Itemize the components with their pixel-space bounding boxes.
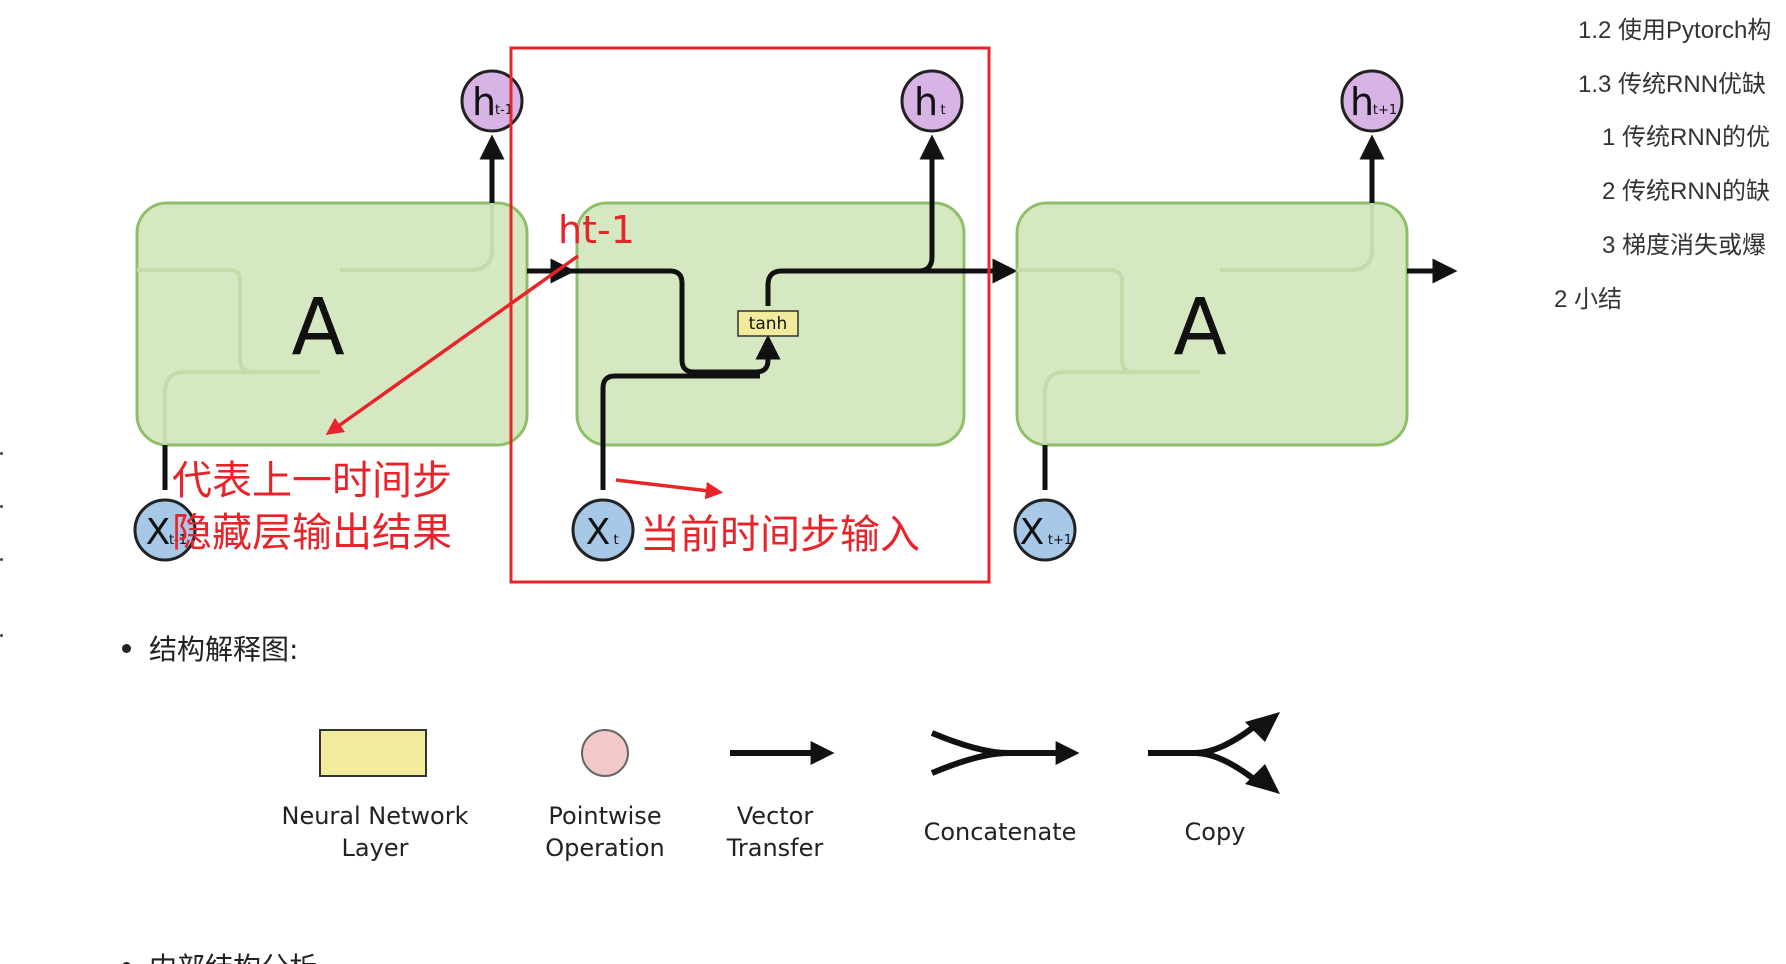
annotation-arrow-input	[615, 478, 724, 500]
gutter-mark	[0, 634, 3, 637]
bullet-internal-analysis: 内部结构分析	[122, 946, 317, 964]
toc-item-1-3[interactable]: 1.3 传统RNN优缺	[1578, 64, 1766, 99]
bullet-structure-explain: 结构解释图:	[122, 628, 298, 668]
neural-network-layer-icon	[319, 729, 427, 777]
cell-next-label: A	[1173, 283, 1226, 373]
h-prev-label: h	[472, 80, 496, 124]
bullet-label: 结构解释图:	[149, 633, 299, 666]
toc-item-2[interactable]: 2 小结	[1554, 279, 1622, 314]
cell-next: A	[1015, 201, 1409, 447]
x-next-node: X t+1	[1013, 498, 1077, 562]
legend-label-vector-transfer: Vector Transfer	[726, 802, 824, 862]
x-curr-node: X t	[571, 498, 635, 562]
concatenate-icon	[930, 730, 1070, 776]
cell-prev-label: A	[291, 283, 344, 373]
h-curr-node: h t	[900, 69, 964, 133]
rnn-diagram: A tanh A h t-1 h t h t+1 X t-1 X t X t+1…	[133, 46, 1458, 584]
legend-label-nn-layer: Neural Network Layer	[281, 802, 469, 862]
x-prev-label: X	[146, 512, 171, 553]
bullet-internal-label: 内部结构分析	[149, 946, 317, 964]
toc-item-1-2[interactable]: 1.2 使用Pytorch构	[1578, 10, 1771, 45]
x-curr-sub: t	[613, 533, 618, 548]
h-next-node: h t+1	[1340, 69, 1404, 133]
pointwise-operation-icon	[581, 729, 629, 777]
x-curr-label: X	[586, 512, 611, 553]
legend-icons	[319, 712, 1280, 794]
x-next-sub: t+1	[1048, 533, 1072, 548]
legend-label-copy: Copy	[1184, 818, 1246, 846]
annotation-prev-line2: 隐藏层输出结果	[172, 510, 452, 556]
toc: 1.2 使用Pytorch构 1.3 传统RNN优缺 1 传统RNN的优 2 传…	[1530, 0, 1786, 330]
cell-current: tanh	[553, 134, 1018, 490]
toc-item-1-3-2[interactable]: 2 传统RNN的缺	[1602, 171, 1770, 206]
legend-label-pointwise: Pointwise Operation	[545, 802, 665, 862]
annotation-ht1: ht-1	[558, 208, 635, 252]
page: A tanh A h t-1 h t h t+1 X t-1 X t X t+1…	[0, 0, 1786, 964]
copy-icon	[1148, 723, 1257, 783]
toc-item-1-3-3[interactable]: 3 梯度消失或爆	[1602, 225, 1766, 260]
bullet-dot	[122, 643, 131, 653]
annotation-prev-line1: 代表上一时间步	[172, 458, 452, 504]
h-curr-label: h	[914, 80, 938, 124]
h-curr-sub: t	[940, 103, 945, 118]
h-next-sub: t+1	[1373, 103, 1397, 118]
x-next-label: X	[1020, 512, 1045, 553]
toc-item-1-3-1[interactable]: 1 传统RNN的优	[1602, 117, 1770, 152]
annotation-curr-input: 当前时间步输入	[640, 512, 920, 558]
h-next-label: h	[1350, 80, 1374, 124]
h-prev-node: h t-1	[460, 69, 524, 133]
legend-label-concatenate: Concatenate	[923, 818, 1077, 846]
legend: Neural Network Layer Pointwise Operation…	[260, 700, 1310, 880]
cell-prev: A	[135, 201, 529, 447]
tanh-label: tanh	[749, 314, 788, 334]
